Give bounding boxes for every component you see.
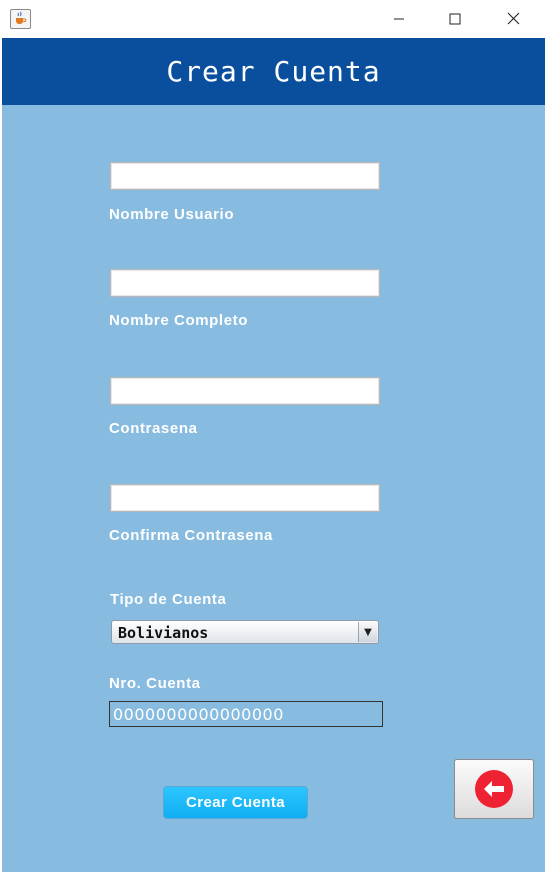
window-titlebar bbox=[0, 0, 545, 37]
crear-cuenta-button[interactable]: Crear Cuenta bbox=[163, 786, 308, 819]
close-icon bbox=[507, 12, 519, 25]
close-button[interactable] bbox=[484, 0, 542, 37]
nro-cuenta-field: 0000000000000000 bbox=[109, 701, 383, 727]
tipo-cuenta-select[interactable]: Bolivianos ▼ bbox=[111, 620, 379, 644]
minimize-icon bbox=[394, 18, 404, 19]
minimize-button[interactable] bbox=[370, 0, 428, 37]
contrasena-label: Contrasena bbox=[109, 420, 198, 437]
contrasena-input[interactable] bbox=[110, 377, 380, 405]
page-title: Crear Cuenta bbox=[166, 55, 381, 88]
confirma-contrasena-label: Confirma Contrasena bbox=[109, 527, 273, 544]
nombre-usuario-input[interactable] bbox=[110, 162, 380, 190]
back-button[interactable] bbox=[454, 759, 534, 819]
nombre-completo-input[interactable] bbox=[110, 269, 380, 297]
tipo-cuenta-value: Bolivianos bbox=[118, 624, 209, 642]
nombre-completo-label: Nombre Completo bbox=[109, 312, 249, 329]
maximize-button[interactable] bbox=[426, 0, 484, 37]
nro-cuenta-label: Nro. Cuenta bbox=[109, 675, 201, 692]
tipo-cuenta-label: Tipo de Cuenta bbox=[110, 591, 227, 608]
java-cup-icon bbox=[10, 9, 31, 29]
maximize-icon bbox=[449, 13, 461, 24]
chevron-down-icon[interactable]: ▼ bbox=[358, 622, 377, 642]
header-banner: Crear Cuenta bbox=[2, 38, 545, 105]
confirma-contrasena-input[interactable] bbox=[110, 484, 380, 512]
back-arrow-icon bbox=[475, 770, 513, 808]
nombre-usuario-label: Nombre Usuario bbox=[109, 206, 235, 223]
nro-cuenta-value: 0000000000000000 bbox=[113, 705, 284, 724]
